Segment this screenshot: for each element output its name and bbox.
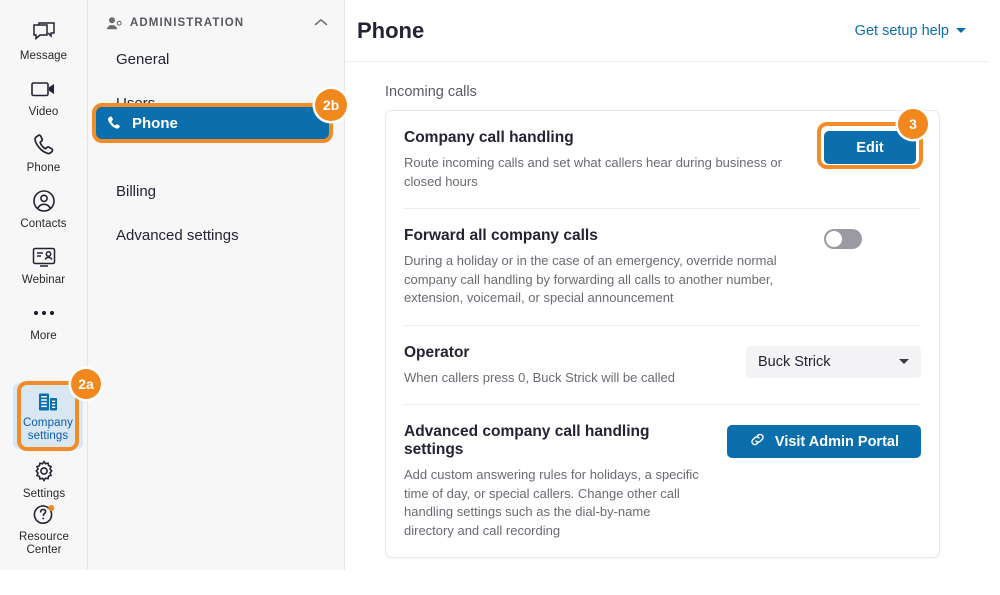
chevron-down-icon — [899, 359, 909, 364]
badge-2b: 2b — [315, 89, 347, 121]
setting-title: Advanced company call handling settings — [404, 423, 650, 458]
toggle-knob — [826, 231, 842, 247]
phone-handset-icon — [106, 115, 122, 131]
setting-row-operator: Operator When callers press 0, Buck Stri… — [404, 326, 921, 405]
get-setup-help-button[interactable]: Get setup help — [855, 23, 966, 39]
rail-label: More — [30, 330, 57, 342]
gear-icon — [32, 458, 56, 484]
link-chain-icon — [749, 431, 766, 452]
get-setup-help-label: Get setup help — [854, 22, 949, 39]
setting-title: Operator — [404, 343, 470, 361]
rail-item-contacts[interactable]: Contacts — [0, 182, 87, 238]
building-icon — [36, 391, 60, 413]
setting-description: During a holiday or in the case of an em… — [404, 253, 777, 305]
nav-item-label: Billing — [116, 182, 157, 200]
main-content: Phone Get setup help Incoming calls Comp… — [345, 0, 988, 570]
rail-label: Resource Center — [19, 531, 69, 557]
ellipsis-icon — [31, 300, 57, 326]
question-circle-icon — [32, 501, 56, 527]
setting-text: Company call handling Route incoming cal… — [404, 129, 824, 191]
video-camera-icon — [30, 76, 57, 102]
chat-bubbles-icon — [31, 20, 57, 46]
rail-label: Webinar — [21, 274, 66, 286]
admin-person-icon — [106, 16, 124, 31]
setting-description: Add custom answering rules for holidays,… — [404, 467, 699, 538]
nav-section-header-administration[interactable]: ADMINISTRATION — [88, 10, 344, 36]
operator-select-value: Buck Strick — [758, 353, 831, 370]
primary-nav-rail: Message Video Phone Contacts Webinar Mor… — [0, 0, 101, 570]
rail-item-more[interactable]: More — [0, 294, 87, 350]
app-window: Message Video Phone Contacts Webinar Mor… — [0, 0, 1000, 595]
nav-item-label: Phone — [132, 114, 178, 132]
rail-divider-space — [0, 350, 87, 368]
setting-row-advanced-call-handling: Advanced company call handling settings … — [404, 405, 921, 557]
setting-title: Forward all company calls — [404, 227, 598, 244]
setting-title: Company call handling — [404, 129, 574, 146]
setting-text: Advanced company call handling settings … — [404, 423, 727, 540]
chevron-up-icon[interactable] — [314, 14, 328, 32]
setting-row-forward-all-company-calls: Forward all company calls During a holid… — [404, 209, 921, 326]
rail-label: Contacts — [20, 218, 67, 230]
setting-row-company-call-handling: Company call handling Route incoming cal… — [404, 109, 928, 209]
company-settings-line1: Company — [23, 417, 73, 429]
resource-center-line2: Center — [26, 544, 62, 556]
edit-button[interactable]: Edit — [824, 131, 916, 164]
person-circle-icon — [32, 188, 56, 214]
visit-admin-portal-button[interactable]: Visit Admin Portal — [726, 425, 921, 458]
nav-item-label: Advanced settings — [116, 226, 239, 244]
rail-item-message[interactable]: Message — [0, 14, 87, 70]
main-header: Phone Get setup help — [345, 0, 988, 62]
badge-2a: 2a — [71, 369, 101, 399]
rail-item-company-settings[interactable]: Company settings — [13, 383, 83, 449]
rail-label: Company settings — [23, 417, 73, 443]
nav-item-advanced-settings[interactable]: Advanced settings — [88, 218, 344, 252]
page-title: Phone — [357, 17, 425, 43]
phone-handset-icon — [32, 132, 56, 158]
rail-item-video[interactable]: Video — [0, 70, 87, 126]
rail-label: Video — [28, 106, 59, 118]
setting-control: Visit Admin Portal — [726, 423, 921, 458]
rail-item-resource-center[interactable]: Resource Center — [0, 495, 88, 564]
visit-admin-portal-label: Visit Admin Portal — [774, 433, 899, 450]
rail-item-phone[interactable]: Phone — [0, 126, 87, 182]
nav-item-list: General Users Billing Advanced settings — [88, 42, 344, 252]
setting-text: Forward all company calls During a holid… — [404, 227, 824, 308]
setting-control: Edit 3 — [817, 109, 928, 169]
setting-description: Route incoming calls and set what caller… — [404, 155, 782, 189]
rail-item-webinar[interactable]: Webinar — [0, 238, 87, 294]
secondary-nav: ADMINISTRATION General Users Billing Adv… — [88, 0, 347, 570]
incoming-calls-card: Company call handling Route incoming cal… — [385, 109, 940, 558]
setting-text: Operator When callers press 0, Buck Stri… — [404, 344, 746, 388]
setting-control: Buck Strick — [746, 344, 921, 378]
nav-item-phone[interactable]: Phone — [96, 107, 329, 139]
nav-section-title: ADMINISTRATION — [130, 17, 245, 29]
section-label-incoming-calls: Incoming calls — [385, 84, 477, 100]
webinar-screen-icon — [31, 244, 57, 270]
company-settings-line2: settings — [27, 430, 69, 442]
badge-3: 3 — [898, 109, 928, 139]
nav-item-label: General — [116, 50, 170, 68]
resource-center-line1: Resource — [18, 531, 70, 543]
page-root: Message Video Phone Contacts Webinar Mor… — [0, 0, 988, 570]
rail-label: Phone — [26, 162, 61, 174]
nav-item-general[interactable]: General — [88, 42, 344, 76]
setting-control — [824, 227, 862, 249]
rail-label: Message — [19, 50, 68, 62]
operator-select[interactable]: Buck Strick — [746, 345, 921, 378]
setting-description: When callers press 0, Buck Strick will b… — [404, 369, 675, 385]
chevron-down-icon — [956, 28, 966, 33]
forward-all-calls-toggle[interactable] — [824, 229, 862, 249]
settings-scroll-area[interactable]: Incoming calls Company call handling Rou… — [345, 62, 988, 570]
nav-item-billing[interactable]: Billing — [88, 174, 344, 208]
